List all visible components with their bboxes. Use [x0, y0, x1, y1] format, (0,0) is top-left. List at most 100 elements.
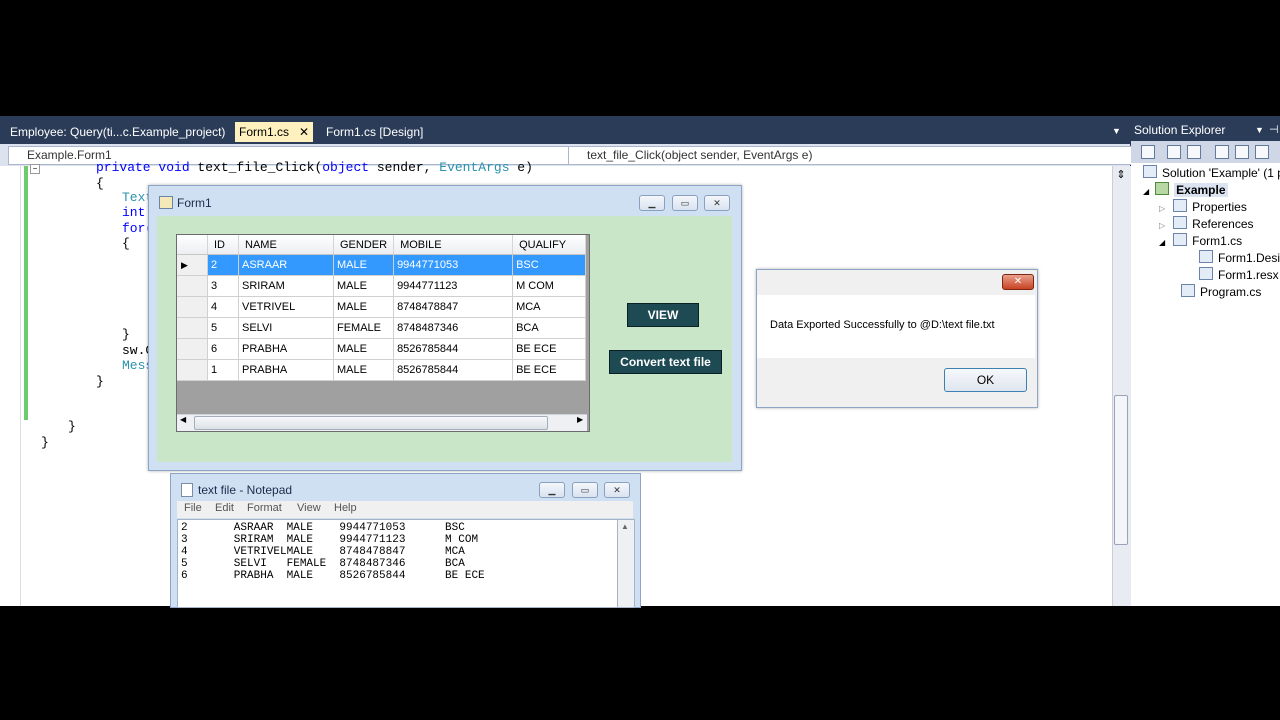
data-grid[interactable]: ID NAME GENDER MOBILE QUALIFY ▶ 2 ASRAAR…: [176, 234, 590, 432]
tree-item-form1-resx[interactable]: Form1.resx: [1199, 267, 1279, 283]
chevron-down-icon[interactable]: ▼: [1255, 120, 1264, 140]
table-row[interactable]: 3 SRIRAM MALE 9944771123 M COM: [177, 275, 587, 297]
table-cell[interactable]: MALE: [333, 275, 395, 297]
table-cell[interactable]: MALE: [333, 254, 395, 276]
row-header[interactable]: [177, 317, 208, 339]
table-cell[interactable]: 9944771053: [393, 254, 514, 276]
properties-icon[interactable]: [1141, 145, 1155, 159]
tab-overflow-icon[interactable]: ▼: [1112, 126, 1121, 136]
close-button[interactable]: ✕: [604, 482, 630, 498]
column-header[interactable]: ID: [207, 235, 239, 255]
column-header[interactable]: NAME: [238, 235, 334, 255]
ok-button[interactable]: OK: [944, 368, 1027, 392]
table-cell[interactable]: M COM: [512, 275, 587, 297]
table-cell[interactable]: 2: [207, 254, 239, 276]
table-cell[interactable]: PRABHA: [238, 359, 334, 381]
scrollbar-thumb[interactable]: [194, 416, 548, 430]
view-code-icon[interactable]: [1215, 145, 1229, 159]
table-cell[interactable]: 1: [207, 359, 239, 381]
table-cell[interactable]: 4: [207, 296, 239, 318]
table-cell[interactable]: 8748478847: [393, 296, 514, 318]
table-cell[interactable]: VETRIVEL: [238, 296, 334, 318]
close-button[interactable]: ✕: [1002, 274, 1034, 290]
tree-item-form1-designer[interactable]: Form1.Desig: [1199, 250, 1280, 266]
close-button[interactable]: ✕: [704, 195, 730, 211]
tree-item-solution[interactable]: Solution 'Example' (1 pr: [1143, 165, 1280, 181]
table-row[interactable]: 6 PRABHA MALE 8526785844 BE ECE: [177, 338, 587, 360]
table-cell[interactable]: ASRAAR: [238, 254, 334, 276]
table-cell[interactable]: 3: [207, 275, 239, 297]
table-cell[interactable]: BCA: [512, 317, 587, 339]
table-cell[interactable]: 6: [207, 338, 239, 360]
scroll-left-icon[interactable]: ◀: [180, 415, 186, 424]
scroll-right-icon[interactable]: ▶: [577, 415, 583, 424]
table-cell[interactable]: 9944771123: [393, 275, 514, 297]
expand-icon[interactable]: ▷: [1159, 221, 1165, 230]
table-cell[interactable]: MALE: [333, 359, 395, 381]
table-cell[interactable]: 8526785844: [393, 338, 514, 360]
row-header[interactable]: [177, 275, 208, 297]
tree-item-references[interactable]: ▷ References: [1159, 216, 1254, 234]
table-cell[interactable]: FEMALE: [333, 317, 395, 339]
split-icon[interactable]: ⇕: [1113, 168, 1129, 181]
table-cell[interactable]: 5: [207, 317, 239, 339]
member-combo[interactable]: text_file_Click(object sender, EventArgs…: [568, 146, 1144, 165]
table-cell[interactable]: BE ECE: [512, 338, 587, 360]
table-cell[interactable]: 8526785844: [393, 359, 514, 381]
row-header[interactable]: ▶: [177, 254, 208, 276]
table-row[interactable]: 1 PRABHA MALE 8526785844 BE ECE: [177, 359, 587, 381]
tree-item-program-cs[interactable]: Program.cs: [1181, 284, 1261, 300]
table-cell[interactable]: MCA: [512, 296, 587, 318]
notepad-text-area[interactable]: 2 ASRAAR MALE 9944771053 BSC 3 SRIRAM MA…: [177, 519, 619, 608]
menu-item-file[interactable]: File: [184, 502, 202, 514]
maximize-button[interactable]: ▭: [672, 195, 698, 211]
table-cell[interactable]: SRIRAM: [238, 275, 334, 297]
collapse-icon[interactable]: ◢: [1159, 238, 1165, 247]
tab-employee-query[interactable]: Employee: Query(ti...c.Example_project): [6, 122, 229, 142]
row-header[interactable]: [177, 359, 208, 381]
show-all-files-icon[interactable]: [1167, 145, 1181, 159]
collapse-icon[interactable]: ◢: [1143, 187, 1149, 196]
refresh-icon[interactable]: [1187, 145, 1201, 159]
close-icon[interactable]: ✕: [299, 122, 309, 142]
table-cell[interactable]: BE ECE: [512, 359, 587, 381]
column-header[interactable]: MOBILE: [393, 235, 514, 255]
convert-text-file-button[interactable]: Convert text file: [609, 350, 722, 374]
notepad-menu-bar: File Edit Format View Help: [177, 501, 633, 518]
table-row[interactable]: 4 VETRIVEL MALE 8748478847 MCA: [177, 296, 587, 318]
table-cell[interactable]: SELVI: [238, 317, 334, 339]
tree-item-project[interactable]: ◢ Example: [1143, 182, 1228, 200]
minimize-button[interactable]: ▁: [639, 195, 665, 211]
table-cell[interactable]: 8748487346: [393, 317, 514, 339]
menu-item-format[interactable]: Format: [247, 502, 282, 514]
pin-icon[interactable]: ⊣: [1269, 120, 1279, 140]
tab-form1-design[interactable]: Form1.cs [Design]: [322, 122, 427, 142]
table-cell[interactable]: BSC: [512, 254, 587, 276]
collapse-icon[interactable]: −: [30, 164, 40, 174]
row-header[interactable]: [177, 296, 208, 318]
row-header[interactable]: [177, 338, 208, 360]
scrollbar-thumb[interactable]: [1114, 395, 1128, 545]
view-designer-icon[interactable]: [1235, 145, 1249, 159]
scroll-up-icon[interactable]: ▲: [621, 522, 629, 531]
expand-icon[interactable]: ▷: [1159, 204, 1165, 213]
view-button[interactable]: VIEW: [627, 303, 699, 327]
menu-item-edit[interactable]: Edit: [215, 502, 234, 514]
maximize-button[interactable]: ▭: [572, 482, 598, 498]
table-cell[interactable]: MALE: [333, 338, 395, 360]
tab-label: Form1.cs: [239, 125, 290, 139]
column-header[interactable]: GENDER: [333, 235, 395, 255]
table-cell[interactable]: PRABHA: [238, 338, 334, 360]
menu-item-view[interactable]: View: [297, 502, 321, 514]
class-diagram-icon[interactable]: [1255, 145, 1269, 159]
tree-item-properties[interactable]: ▷ Properties: [1159, 199, 1247, 217]
table-row[interactable]: 5 SELVI FEMALE 8748487346 BCA: [177, 317, 587, 339]
minimize-button[interactable]: ▁: [539, 482, 565, 498]
notepad-vertical-scrollbar[interactable]: ▲: [617, 519, 635, 608]
table-row[interactable]: ▶ 2 ASRAAR MALE 9944771053 BSC: [177, 254, 587, 276]
table-cell[interactable]: MALE: [333, 296, 395, 318]
column-header[interactable]: QUALIFY: [512, 235, 587, 255]
tab-form1-cs[interactable]: Form1.cs ✕: [235, 122, 314, 142]
tree-item-form1-cs[interactable]: ◢ Form1.cs: [1159, 233, 1242, 251]
menu-item-help[interactable]: Help: [334, 502, 357, 514]
